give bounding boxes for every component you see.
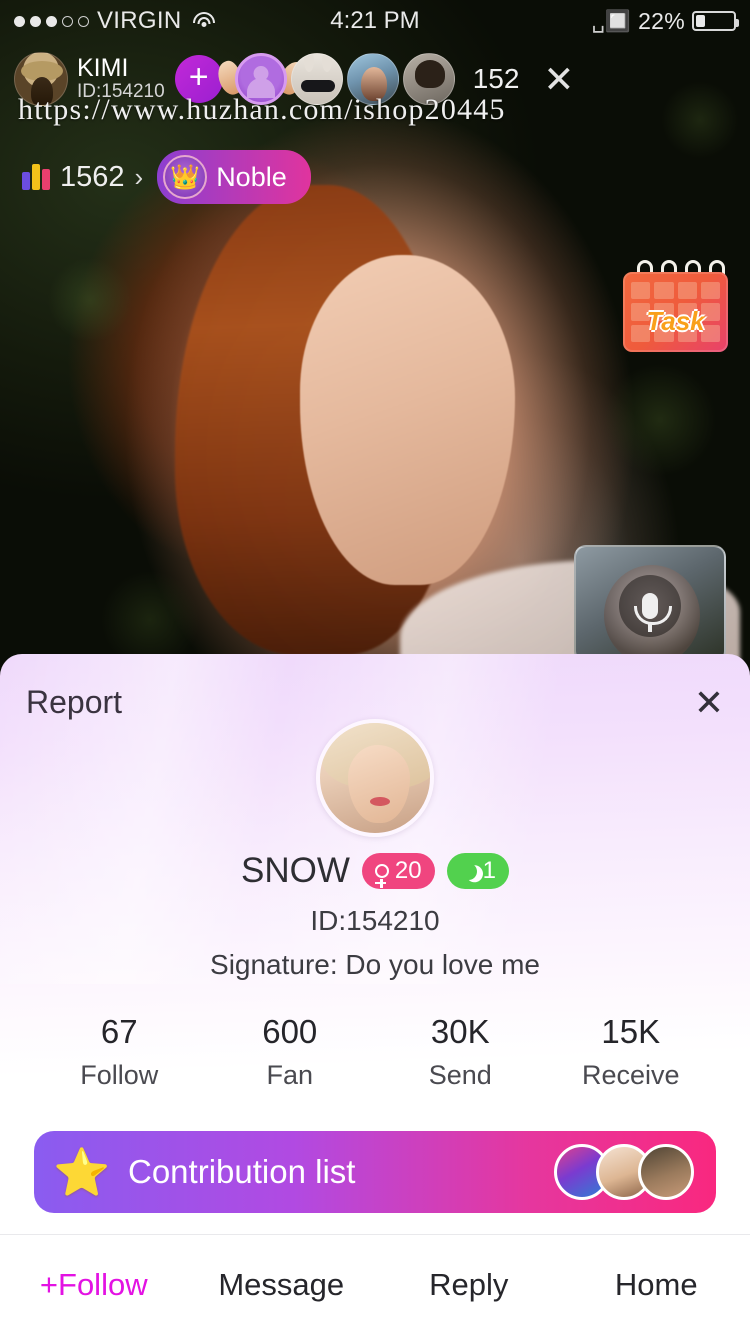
noble-label: Noble bbox=[216, 161, 287, 192]
signal-strength-icon bbox=[14, 15, 89, 27]
sheet-header: Report ✕ bbox=[0, 654, 750, 721]
stat-label: Receive bbox=[581, 1060, 680, 1090]
chevron-right-icon: › bbox=[134, 161, 144, 192]
level-badge-value: 1 bbox=[482, 857, 496, 884]
sheet-close-icon[interactable]: ✕ bbox=[694, 684, 724, 721]
pip-video-panel[interactable] bbox=[574, 545, 726, 663]
broadcaster-hair bbox=[175, 185, 455, 655]
profile-avatar[interactable] bbox=[316, 719, 434, 837]
stat-label: Follow bbox=[80, 1060, 159, 1090]
battery-icon bbox=[692, 11, 739, 31]
message-button[interactable]: Message bbox=[188, 1267, 376, 1303]
rank-value: 1562 bbox=[60, 160, 125, 193]
status-bar: VIRGIN 4:21 PM ␣🔲 22% bbox=[0, 0, 750, 42]
contributor-avatar-3 bbox=[638, 1144, 694, 1200]
gender-badge: 20 bbox=[361, 853, 435, 889]
female-icon bbox=[374, 864, 389, 888]
stat-value: 30K bbox=[430, 1013, 490, 1050]
contributor-avatars bbox=[554, 1144, 694, 1200]
stat-send[interactable]: 30K Send bbox=[375, 1013, 546, 1091]
profile-nickname: SNOW bbox=[241, 851, 350, 890]
moon-icon bbox=[457, 860, 478, 881]
carrier-label: VIRGIN bbox=[97, 7, 182, 34]
gender-badge-value: 20 bbox=[394, 857, 422, 884]
level-badge: 1 bbox=[446, 853, 509, 889]
stat-value: 67 bbox=[100, 1013, 138, 1050]
profile-action-bar: +Follow Message Reply Home bbox=[0, 1235, 750, 1334]
reply-button[interactable]: Reply bbox=[375, 1267, 563, 1303]
home-button[interactable]: Home bbox=[563, 1267, 750, 1303]
profile-stats: 67 Follow 600 Fan 30K Send 15K Receive bbox=[0, 1013, 750, 1091]
stat-label: Send bbox=[428, 1060, 492, 1090]
wifi-icon bbox=[192, 12, 216, 30]
stat-receive[interactable]: 15K Receive bbox=[546, 1013, 717, 1091]
stat-value: 15K bbox=[601, 1013, 661, 1050]
bluetooth-icon: ␣🔲 bbox=[591, 9, 632, 33]
crown-icon: 👑 bbox=[163, 155, 208, 199]
task-button[interactable]: Task bbox=[623, 260, 728, 352]
contribution-list-button[interactable]: ⭐ Contribution list bbox=[34, 1131, 716, 1213]
profile-block: SNOW 20 1 ID:154210 Signature: Do you lo… bbox=[0, 719, 750, 981]
watermark-url: https://www.huzhan.com/ishop20445 bbox=[18, 93, 506, 126]
profile-signature: Signature: Do you love me bbox=[210, 949, 540, 980]
rank-row: 1562 › 👑 Noble bbox=[22, 150, 311, 204]
task-label: Task bbox=[646, 306, 705, 336]
bar-chart-icon bbox=[22, 164, 50, 190]
report-button[interactable]: Report bbox=[26, 684, 122, 721]
viewer-count[interactable]: 152 bbox=[473, 63, 520, 95]
stat-fan[interactable]: 600 Fan bbox=[205, 1013, 376, 1091]
app-screen: VIRGIN 4:21 PM ␣🔲 22% KIMI ID:154210 + 1… bbox=[0, 0, 750, 1334]
profile-sheet: Report ✕ SNOW 20 1 ID:154210 Signature: … bbox=[0, 654, 750, 1334]
noble-badge[interactable]: 👑 Noble bbox=[157, 150, 311, 204]
star-icon: ⭐ bbox=[53, 1146, 111, 1198]
profile-id: ID:154210 bbox=[310, 905, 440, 936]
host-name: KIMI bbox=[77, 54, 129, 83]
profile-name-row: SNOW 20 1 bbox=[0, 851, 750, 891]
microphone-icon[interactable] bbox=[619, 575, 681, 638]
follow-button[interactable]: +Follow bbox=[0, 1267, 188, 1303]
status-bar-right: ␣🔲 22% bbox=[591, 7, 739, 35]
contribution-list-label: Contribution list bbox=[128, 1153, 356, 1190]
close-icon[interactable]: ✕ bbox=[543, 61, 574, 98]
battery-percent-label: 22% bbox=[638, 7, 685, 34]
rank-chip[interactable]: 1562 › bbox=[22, 161, 143, 194]
broadcaster-face bbox=[300, 255, 515, 585]
stat-follow[interactable]: 67 Follow bbox=[34, 1013, 205, 1091]
stat-label: Fan bbox=[266, 1060, 314, 1090]
stat-value: 600 bbox=[262, 1013, 318, 1050]
status-bar-left: VIRGIN bbox=[14, 7, 216, 35]
